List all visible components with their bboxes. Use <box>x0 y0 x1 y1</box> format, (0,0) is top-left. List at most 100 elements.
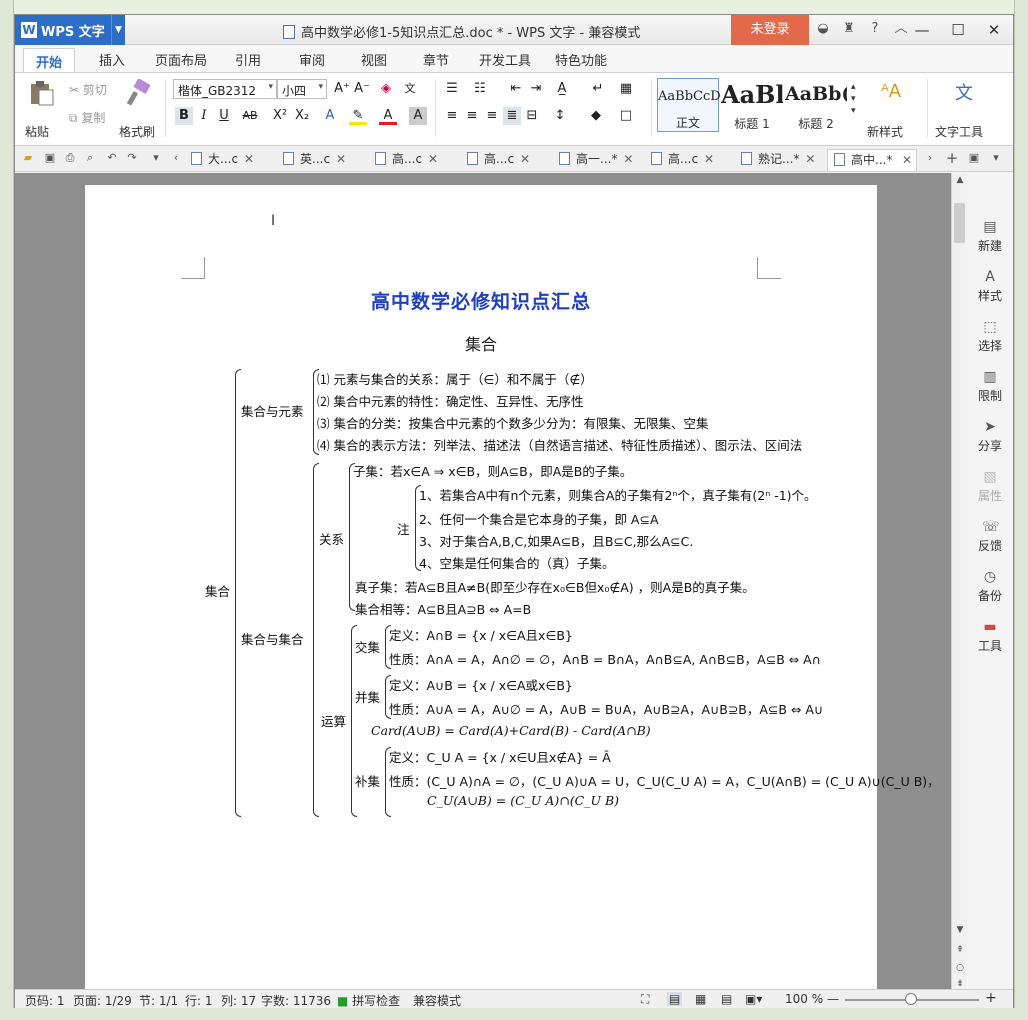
close-tab-icon[interactable]: ✕ <box>244 149 254 169</box>
login-button[interactable]: 未登录 <box>731 15 809 45</box>
side-restrict[interactable]: ▥ 限制 <box>967 369 1013 404</box>
increase-indent-button[interactable]: ⇥ <box>527 80 545 98</box>
reading-view-icon[interactable]: ▣▾ <box>745 992 762 1006</box>
zoom-slider-knob[interactable] <box>905 993 917 1005</box>
borders-button[interactable]: □ <box>617 107 635 125</box>
close-button[interactable]: ✕ <box>983 19 1005 41</box>
scroll-down-icon[interactable]: ▼ <box>952 925 968 935</box>
tabs-left-icon[interactable]: ‹ <box>169 151 183 165</box>
align-left-button[interactable]: ≡ <box>443 107 461 125</box>
tab-home[interactable]: 开始 <box>23 48 76 72</box>
line-spacing-button[interactable]: ↕ <box>551 107 569 125</box>
clear-format-button[interactable]: ◈ <box>377 80 395 98</box>
paste-icon[interactable] <box>27 79 55 107</box>
next-page-icon[interactable]: ⇟ <box>952 979 968 989</box>
undo-icon[interactable]: ↶ <box>105 151 119 165</box>
style-heading-1[interactable]: AaBl 标题 1 <box>721 78 783 132</box>
tab-list-icon[interactable]: ▣ <box>967 151 981 165</box>
tab-special[interactable]: 特色功能 <box>555 50 607 69</box>
styles-scroll[interactable]: ▴ ▾ ▾ <box>851 81 856 117</box>
side-properties[interactable]: ▧ 属性 <box>967 469 1013 504</box>
doc-tab[interactable]: 高...c ✕ <box>651 149 714 171</box>
customize-icon[interactable]: ▾ <box>149 151 163 165</box>
side-new[interactable]: ▤ 新建 <box>967 219 1013 254</box>
paste-button[interactable]: 粘贴 <box>25 123 49 140</box>
close-tab-icon[interactable]: ✕ <box>428 149 438 169</box>
subscript-button[interactable]: X₂ <box>293 107 311 125</box>
close-tab-icon[interactable]: ✕ <box>623 149 633 169</box>
doc-tab[interactable]: 熟记...* ✕ <box>741 149 815 171</box>
zoom-in-icon[interactable]: + <box>985 990 997 1006</box>
phonetic-button[interactable]: 文 <box>401 80 419 98</box>
style-normal[interactable]: AaBbCcD 正文 <box>657 78 721 132</box>
italic-button[interactable]: I <box>195 107 213 125</box>
outline-view-icon[interactable]: ▦ <box>695 992 706 1006</box>
open-icon[interactable]: ▰ <box>21 151 35 165</box>
doc-tab[interactable]: 高...c ✕ <box>375 149 438 171</box>
strikethrough-button[interactable]: AB <box>241 107 259 125</box>
decrease-indent-button[interactable]: ⇤ <box>507 80 525 98</box>
maximize-button[interactable]: ☐ <box>947 19 969 41</box>
tab-insert[interactable]: 插入 <box>99 50 125 69</box>
align-right-button[interactable]: ≡ <box>483 107 501 125</box>
doc-tab[interactable]: 高...c ✕ <box>467 149 530 171</box>
close-tab-icon[interactable]: ✕ <box>520 149 530 169</box>
close-tab-icon[interactable]: ✕ <box>805 149 815 169</box>
grow-font-button[interactable]: A⁺ <box>333 80 351 98</box>
fullscreen-icon[interactable]: ⛶ <box>641 992 649 1007</box>
tab-menu-icon[interactable]: ▾ <box>989 151 1003 165</box>
tab-page-layout[interactable]: 页面布局 <box>155 50 207 69</box>
side-feedback[interactable]: ☏ 反馈 <box>967 519 1013 554</box>
web-view-icon[interactable]: ▤ <box>721 992 732 1006</box>
tab-chapter[interactable]: 章节 <box>423 50 449 69</box>
new-tab-icon[interactable]: + <box>945 151 959 166</box>
skin-icon[interactable]: ◒ <box>815 21 831 37</box>
chevron-down-icon[interactable]: ▼ <box>111 15 125 45</box>
doc-tab[interactable]: 大...c ✕ <box>191 149 254 171</box>
app-menu-button[interactable]: W WPS 文字 ▼ <box>15 15 125 45</box>
zoom-slider[interactable] <box>845 993 979 1005</box>
scroll-thumb[interactable] <box>954 203 965 243</box>
font-size-select[interactable]: 小四 <box>277 79 327 99</box>
page-view-icon[interactable]: ▤ <box>667 992 683 1006</box>
tabs-right-icon[interactable]: › <box>923 151 937 165</box>
doc-tab-active[interactable]: 高中...* ✕ <box>827 149 917 171</box>
table-button[interactable]: ▦ <box>617 80 635 98</box>
char-shading-button[interactable]: A <box>409 107 427 125</box>
text-effect-button[interactable]: A <box>321 107 339 125</box>
side-select[interactable]: ⬚ 选择 <box>967 319 1013 354</box>
doc-tab[interactable]: 高一...* ✕ <box>559 149 633 171</box>
shading-button[interactable]: ◆ <box>587 107 605 125</box>
side-share[interactable]: ➤ 分享 <box>967 419 1013 454</box>
status-pages[interactable]: 页面: 1/29 <box>73 992 132 1009</box>
shirt-icon[interactable]: ♜ <box>841 21 857 37</box>
scroll-up-icon[interactable]: ▲ <box>952 175 968 185</box>
close-tab-icon[interactable]: ✕ <box>336 149 346 169</box>
status-page-num[interactable]: 页码: 1 <box>25 992 65 1009</box>
text-tools-icon[interactable]: 文 <box>955 79 973 105</box>
spell-check[interactable]: ■ 拼写检查 <box>337 992 400 1009</box>
new-style-icon[interactable]: ᴬA <box>881 81 901 102</box>
print-icon[interactable]: ⎙ <box>63 151 77 165</box>
minimize-button[interactable]: — <box>911 19 933 41</box>
superscript-button[interactable]: X² <box>271 107 289 125</box>
collapse-ribbon-icon[interactable]: ︿ <box>893 21 909 37</box>
tab-view[interactable]: 视图 <box>361 50 387 69</box>
side-tools[interactable]: ▬ 工具 <box>967 619 1013 654</box>
prev-page-icon[interactable]: ⇞ <box>952 945 968 955</box>
distribute-button[interactable]: ⊟ <box>523 107 541 125</box>
format-painter-icon[interactable] <box>125 79 153 107</box>
font-color-button[interactable]: A <box>379 107 397 125</box>
align-center-button[interactable]: ≡ <box>463 107 481 125</box>
side-style[interactable]: A 样式 <box>967 269 1013 304</box>
justify-button[interactable]: ≣ <box>503 107 521 125</box>
select-browse-icon[interactable]: ○ <box>952 963 968 973</box>
status-words[interactable]: 字数: 11736 <box>261 992 331 1009</box>
text-tools-button[interactable]: 文字工具 <box>935 123 983 140</box>
tab-developer[interactable]: 开发工具 <box>479 50 531 69</box>
chinese-layout-button[interactable]: A̲ <box>553 80 571 98</box>
print-preview-icon[interactable]: ⌕ <box>83 151 97 165</box>
style-heading-2[interactable]: AaBb( 标题 2 <box>785 78 847 132</box>
tab-review[interactable]: 审阅 <box>299 50 325 69</box>
side-backup[interactable]: ◷ 备份 <box>967 569 1013 604</box>
